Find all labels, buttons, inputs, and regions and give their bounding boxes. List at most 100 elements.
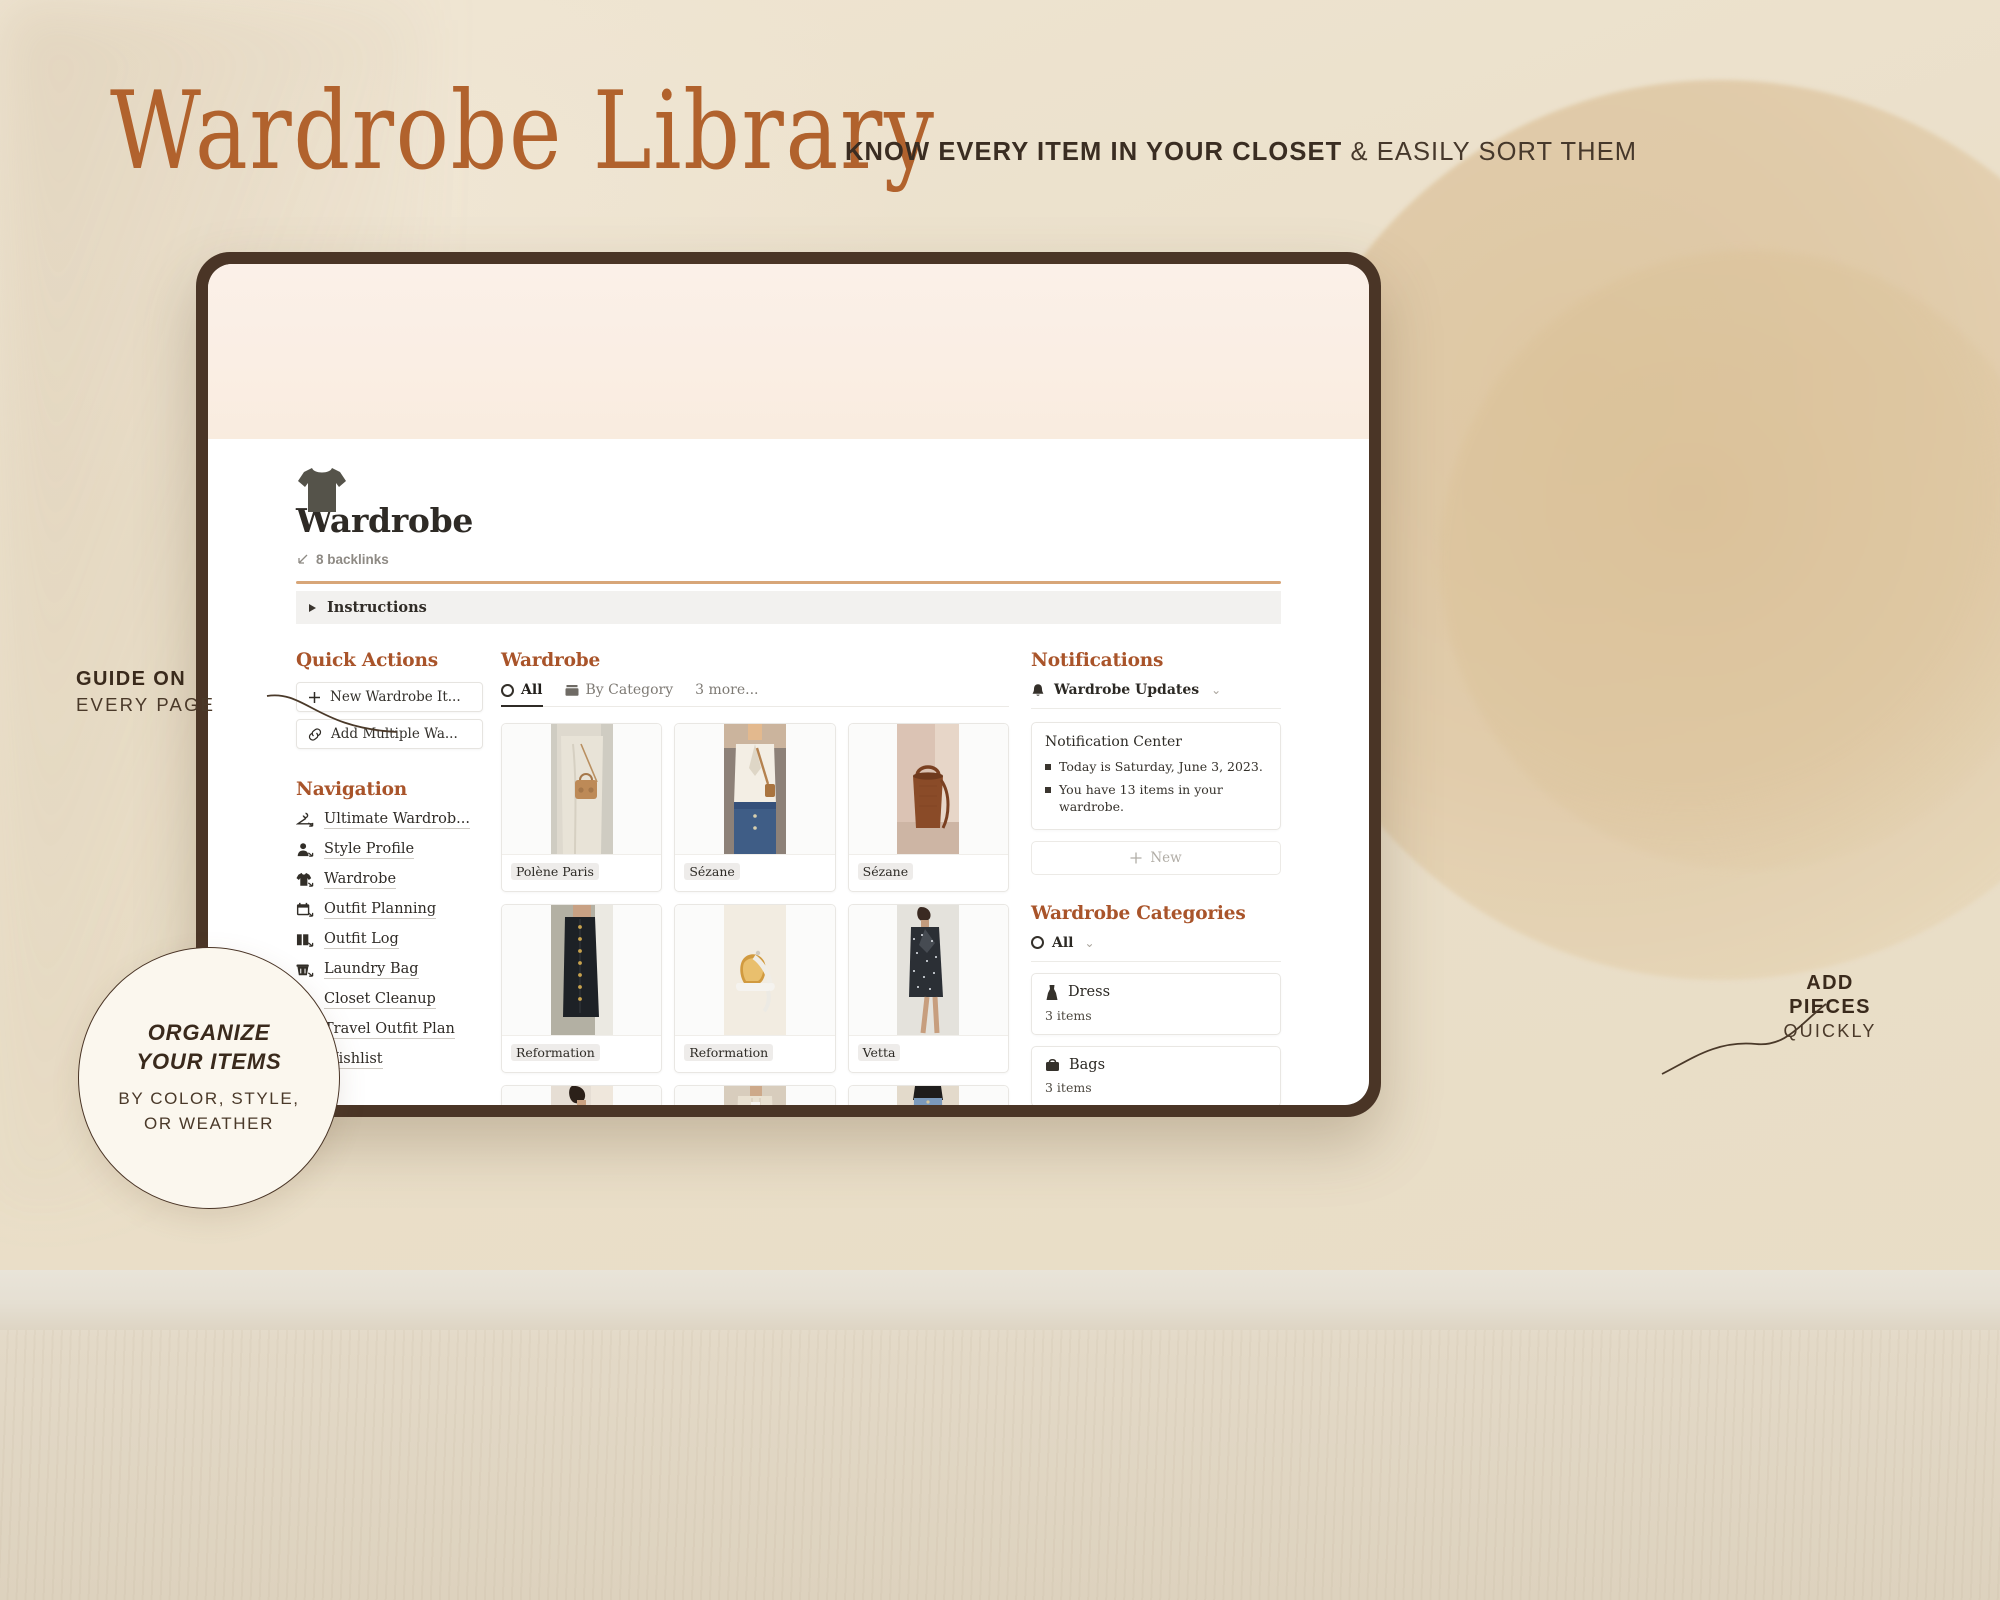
sidebar-item-laundry-bag[interactable]: Laundry Bag	[296, 961, 483, 979]
tab-by-category[interactable]: By Category	[565, 682, 674, 706]
tshirt-icon	[298, 468, 346, 512]
gallery-card[interactable]: Sézane	[847, 723, 1009, 892]
gallery-card[interactable]	[674, 1085, 836, 1105]
sidebar-item-style-profile[interactable]: Style Profile	[296, 841, 483, 859]
tab-by-category-label: By Category	[585, 682, 674, 698]
black-button-dress-image	[550, 905, 613, 1035]
sidebar-item-label: Outfit Planning	[324, 901, 437, 919]
categories-filter-label: All	[1052, 934, 1074, 951]
calendar-icon	[296, 902, 314, 917]
sidebar-item-label: Travel Outfit Plan	[324, 1021, 455, 1039]
sidebar-item-label: Ultimate Wardrob...	[324, 811, 471, 829]
gallery-card[interactable]: Polène Paris	[501, 723, 663, 892]
sidebar-item-ultimate-wardrobe[interactable]: Ultimate Wardrob...	[296, 811, 483, 829]
categories-filter-all[interactable]: All ⌄	[1031, 935, 1281, 962]
gallery-card-brand: Vetta	[857, 1044, 901, 1061]
badge-line2: YOUR ITEMS	[136, 1048, 282, 1074]
category-label: Bags	[1069, 1056, 1106, 1073]
sidebar-item-wardrobe[interactable]: Wardrobe	[296, 871, 483, 889]
callout-add-line3: QUICKLY	[1783, 1021, 1877, 1042]
gallery-card-brand: Sézane	[684, 863, 740, 880]
blue-shirt-image	[550, 1086, 613, 1105]
sidebar-item-outfit-log[interactable]: Outfit Log	[296, 931, 483, 949]
app-screen: Wardrobe 8 backlinks Instructions Quick …	[208, 264, 1369, 1105]
gallery-card-label: Polène Paris	[502, 854, 662, 891]
category-card-bags[interactable]: Bags 3 items	[1031, 1045, 1281, 1105]
dress-icon	[1046, 984, 1058, 1000]
badge-line3: BY COLOR, STYLE,	[118, 1089, 300, 1109]
gallery-card-image	[675, 1086, 835, 1105]
gallery-card-image	[675, 724, 835, 854]
instructions-label: Instructions	[327, 599, 427, 616]
basket-icon	[296, 964, 314, 977]
notification-center-card: Notification Center Today is Saturday, J…	[1031, 722, 1281, 830]
blouse-jeans-image	[723, 724, 786, 854]
add-multiple-wardrobe-button[interactable]: Add Multiple Wa...	[296, 719, 483, 749]
bag-on-model-image	[550, 724, 613, 854]
gallery-card-label: Reformation	[502, 1035, 662, 1072]
sidebar-item-label: Wardrobe	[324, 871, 397, 889]
gallery-card-image	[848, 905, 1008, 1035]
gallery-card-label: Sézane	[848, 854, 1008, 891]
bullet-square-icon	[1045, 786, 1051, 793]
hero-subtitle: KNOW EVERY ITEM IN YOUR CLOSET & EASILY …	[845, 138, 1637, 167]
callout-guide-line1: GUIDE ON	[76, 668, 187, 690]
bucket-bag-image	[897, 724, 960, 854]
tshirt-icon	[296, 872, 314, 887]
gallery-card-image	[848, 1086, 1008, 1105]
heel-sandal-image	[723, 905, 786, 1035]
gallery-card-brand: Reformation	[684, 1044, 774, 1061]
hero-subtitle-bold: KNOW EVERY ITEM IN YOUR CLOSET	[845, 138, 1343, 166]
backlinks[interactable]: 8 backlinks	[296, 552, 1281, 567]
notion-page: Wardrobe 8 backlinks Instructions Quick …	[208, 468, 1369, 1105]
sidebar-item-label: Style Profile	[324, 841, 415, 859]
tab-all[interactable]: All	[501, 682, 543, 707]
gallery-card[interactable]: Sézane	[674, 723, 836, 892]
page-cover-banner	[208, 264, 1369, 439]
gallery-card-image	[675, 905, 835, 1035]
notification-bullet-text: You have 13 items in your wardrobe.	[1059, 781, 1223, 814]
page-title: Wardrobe	[296, 501, 474, 540]
bag-icon	[1046, 1059, 1059, 1072]
sidebar-item-outfit-planning[interactable]: Outfit Planning	[296, 901, 483, 919]
desk-edge	[0, 1270, 2000, 1330]
wardrobe-updates-group[interactable]: Wardrobe Updates ⌄	[1031, 682, 1281, 709]
bell-icon	[1032, 683, 1044, 696]
gallery-icon	[565, 684, 578, 696]
notification-bullet: Today is Saturday, June 3, 2023.	[1045, 759, 1267, 776]
gallery-card[interactable]	[847, 1085, 1009, 1105]
callout-add-line2: PIECES	[1789, 995, 1871, 1018]
gallery-card[interactable]: Vetta	[847, 904, 1009, 1073]
gallery-card-image	[848, 724, 1008, 854]
sidebar-item-closet-cleanup[interactable]: Closet Cleanup	[296, 991, 483, 1009]
plus-icon	[309, 691, 320, 703]
notification-bullet: You have 13 items in your wardrobe.	[1045, 782, 1267, 816]
gallery-heading: Wardrobe	[501, 650, 601, 671]
person-icon	[297, 843, 314, 857]
divider-gold	[296, 581, 1281, 584]
wardrobe-categories-heading: Wardrobe Categories	[1031, 902, 1246, 924]
sidebar-item-label: Closet Cleanup	[324, 991, 436, 1009]
gallery-card[interactable]	[501, 1085, 663, 1105]
new-wardrobe-item-button[interactable]: New Wardrobe It...	[296, 682, 483, 712]
gallery-card-image	[502, 724, 662, 854]
category-card-dress[interactable]: Dress 3 items	[1031, 972, 1281, 1035]
quick-actions-heading: Quick Actions	[296, 650, 438, 671]
sidebar-item-label: Outfit Log	[324, 931, 399, 949]
category-count: 3 items	[1045, 1007, 1092, 1023]
gallery-card[interactable]: Reformation	[501, 904, 663, 1073]
page-columns: Quick Actions New Wardrobe It... Add Mul…	[296, 650, 1281, 1105]
gallery-card[interactable]: Reformation	[674, 904, 836, 1073]
tab-more[interactable]: 3 more...	[695, 682, 758, 706]
notifications-heading: Notifications	[1031, 650, 1164, 671]
gallery-card-brand: Reformation	[511, 1044, 600, 1061]
instructions-toggle[interactable]: Instructions	[296, 591, 1281, 624]
category-card-header: Dress	[1045, 984, 1267, 1001]
badge-line1: ORGANIZE	[147, 1020, 271, 1046]
new-notification-button[interactable]: New	[1031, 840, 1281, 875]
callout-add-pieces-quickly: ADD PIECES QUICKLY	[1783, 972, 1876, 1042]
notification-center-title: Notification Center	[1045, 734, 1182, 750]
category-count: 3 items	[1045, 1079, 1092, 1095]
category-card-header: Bags	[1045, 1057, 1267, 1073]
sidebar-item-label: Laundry Bag	[324, 961, 419, 979]
